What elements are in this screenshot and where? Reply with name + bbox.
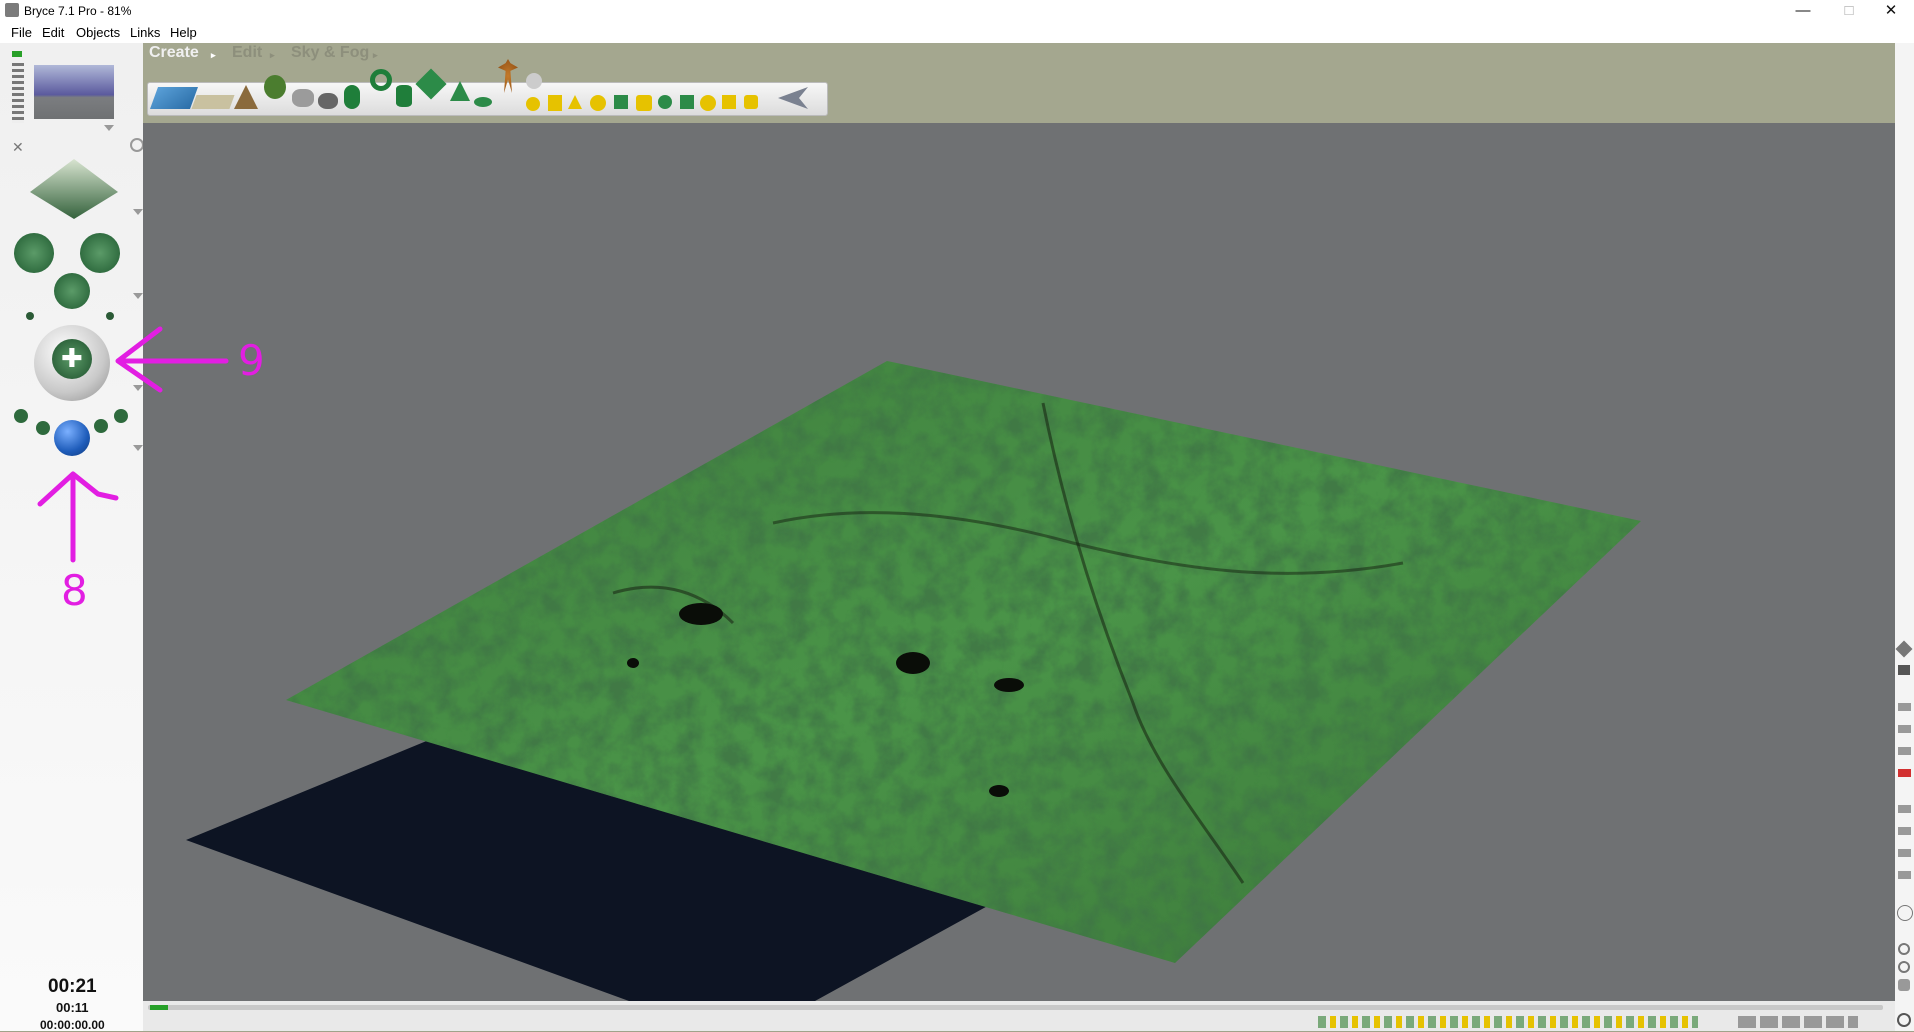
misc-light-icon[interactable] xyxy=(722,95,736,109)
globe-icon[interactable] xyxy=(1897,1013,1911,1027)
cylinder-icon[interactable] xyxy=(396,85,412,107)
zoom-out-icon[interactable] xyxy=(1898,961,1910,973)
misc-light-icon[interactable] xyxy=(700,95,716,111)
timeline-playhead[interactable] xyxy=(150,1005,168,1010)
mini-object-icons[interactable] xyxy=(1318,1016,1698,1028)
terrain-hole xyxy=(627,658,639,668)
maximize-button[interactable]: □ xyxy=(1826,0,1872,22)
tab-arrow-icon: ▸ xyxy=(373,50,378,60)
parallel-light-icon[interactable] xyxy=(548,95,562,111)
timeline-scrubber[interactable] xyxy=(148,1005,1883,1010)
arrow-annotation-9 xyxy=(115,326,229,393)
hand-pan-icon[interactable] xyxy=(1898,979,1910,991)
time-frames: 00:00:00.00 xyxy=(40,1018,105,1032)
terrain-hole xyxy=(994,678,1024,692)
annotation-layer xyxy=(37,326,229,563)
sun-light-icon[interactable] xyxy=(590,95,606,111)
sphere-light-icon[interactable] xyxy=(526,73,542,89)
terrain-hole xyxy=(679,603,723,625)
square-light-icon[interactable] xyxy=(568,95,582,109)
stone-icon[interactable] xyxy=(318,93,338,109)
playback-controls[interactable] xyxy=(1738,1016,1858,1028)
record-icon[interactable] xyxy=(1898,769,1911,777)
minimize-button[interactable]: — xyxy=(1780,0,1826,22)
cone-plant-icon[interactable] xyxy=(344,85,360,109)
right-tool-strip xyxy=(1895,43,1914,1031)
misc-light-icon[interactable] xyxy=(658,95,672,109)
annotation-label-9: 9 xyxy=(238,336,265,385)
view-icon[interactable] xyxy=(1898,725,1911,733)
view-icon[interactable] xyxy=(1898,703,1911,711)
scene-canvas xyxy=(186,361,1641,1001)
spotlight-icon[interactable] xyxy=(526,97,540,111)
close-button[interactable]: ✕ xyxy=(1868,0,1914,22)
view-icon[interactable] xyxy=(1898,805,1911,813)
pyramid-icon[interactable] xyxy=(450,81,470,101)
wireframe-icon[interactable] xyxy=(1898,665,1910,675)
arrow-annotation-8 xyxy=(37,471,119,563)
radial-light-icon[interactable] xyxy=(614,95,628,109)
terrain-hole xyxy=(989,785,1009,797)
time-current: 00:21 xyxy=(48,976,97,997)
bottom-mini-toolbar xyxy=(1318,1016,1878,1029)
view-icon[interactable] xyxy=(1898,747,1911,755)
paint-icon[interactable] xyxy=(1895,640,1913,658)
cube-light-icon[interactable] xyxy=(636,95,652,111)
view-icon[interactable] xyxy=(1898,827,1911,835)
misc-light-icon[interactable] xyxy=(680,95,694,109)
tab-sky-fog[interactable]: Sky & Fog xyxy=(291,44,369,62)
torus-icon[interactable] xyxy=(370,69,392,91)
scene-viewport[interactable] xyxy=(143,123,1895,1001)
time-elapsed: 00:11 xyxy=(56,1000,89,1015)
camera-icon[interactable] xyxy=(778,87,808,109)
zoom-in-icon[interactable] xyxy=(1898,943,1910,955)
disc-icon[interactable] xyxy=(474,97,492,107)
camera-center-icon[interactable] xyxy=(1897,905,1913,921)
terrain-hole xyxy=(896,652,930,674)
misc-light-icon[interactable] xyxy=(744,95,758,109)
annotation-label-8: 8 xyxy=(61,566,88,615)
view-icon[interactable] xyxy=(1898,871,1911,879)
view-icon[interactable] xyxy=(1898,849,1911,857)
